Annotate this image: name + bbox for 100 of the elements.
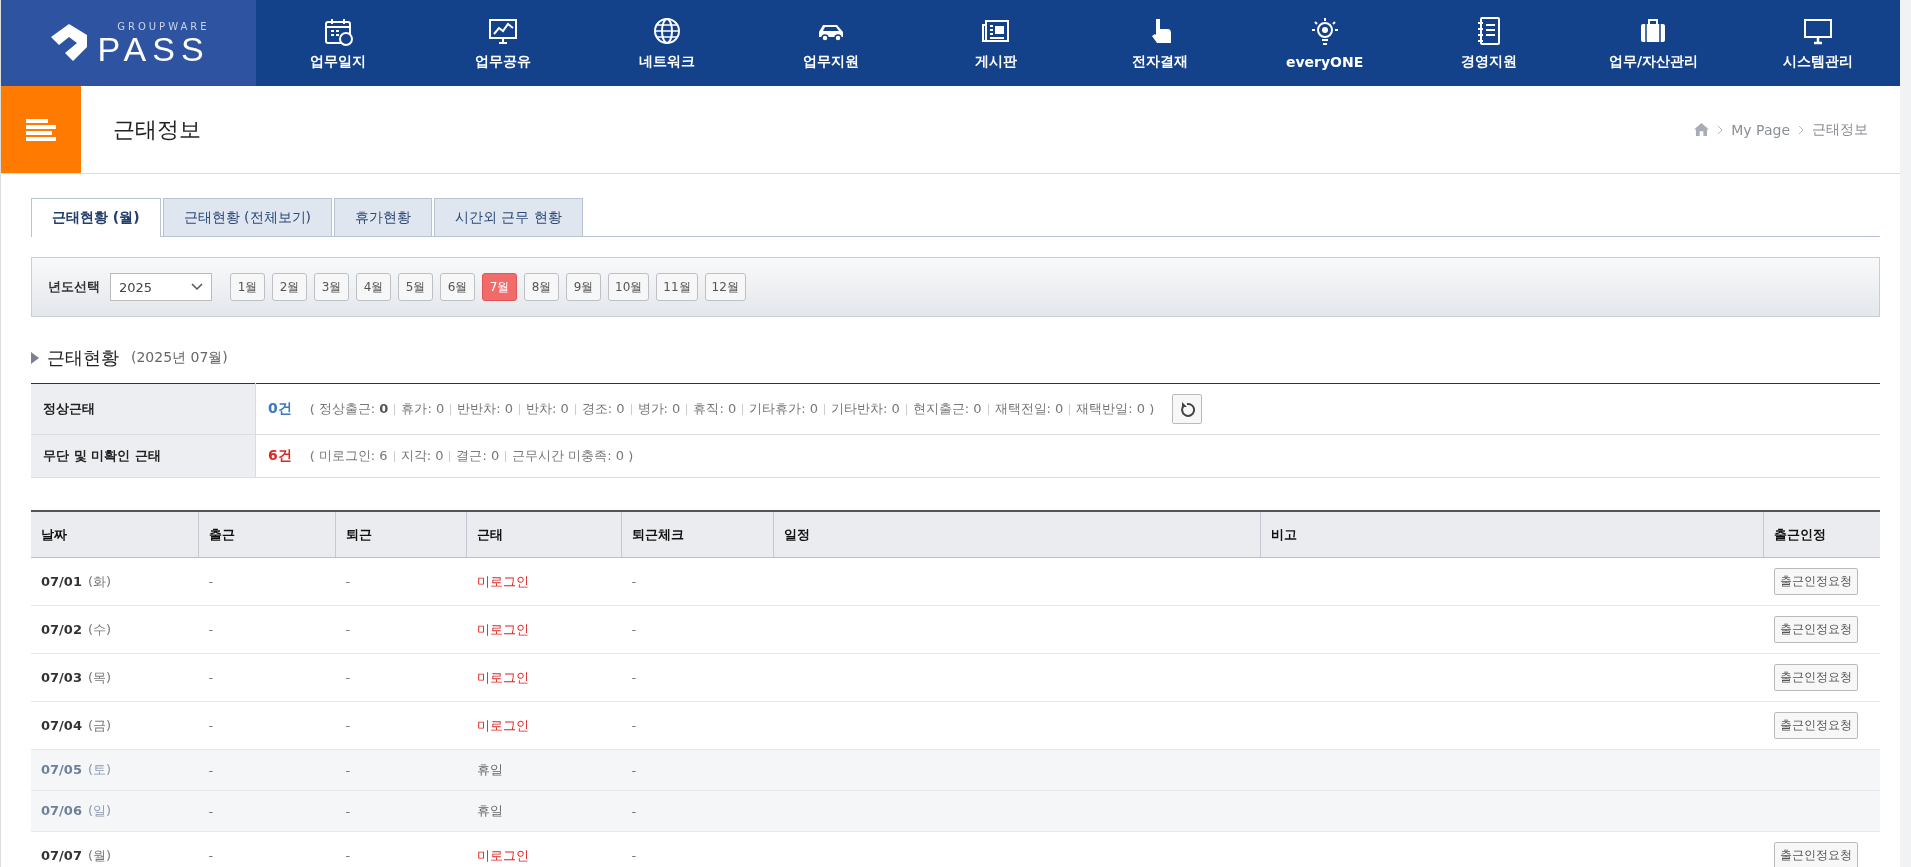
refresh-icon — [1179, 401, 1196, 417]
request-button[interactable]: 출근인정요청 — [1773, 712, 1858, 739]
filter-label: 년도선택 — [48, 278, 100, 296]
year-select[interactable]: 2025 — [110, 273, 212, 301]
month-button[interactable]: 3월 — [314, 273, 349, 301]
summary-item: 병가: 0 — [637, 400, 681, 418]
chevron-right-icon — [1798, 124, 1804, 135]
tab[interactable]: 휴가현황 — [334, 198, 433, 236]
month-button[interactable]: 8월 — [524, 273, 559, 301]
summary-label: 무단 및 미확인 근태 — [31, 434, 256, 478]
month-button[interactable]: 5월 — [398, 273, 433, 301]
nav-menu-item[interactable]: 업무지원 — [749, 0, 914, 86]
refresh-button[interactable] — [1172, 394, 1203, 424]
table-cell: - — [631, 848, 637, 863]
logo-wordmark: PASS — [97, 31, 210, 66]
logo[interactable]: GROUPWARE PASS — [1, 0, 256, 86]
status-text: 미로그인 — [476, 847, 529, 863]
month-button[interactable]: 4월 — [356, 273, 391, 301]
table-cell: - — [345, 574, 351, 589]
summary-item: 근무시간 미충족: 0 — [512, 447, 625, 465]
column-header: 퇴근체크 — [621, 511, 774, 558]
table-cell: - — [631, 803, 637, 819]
nav-menu-item[interactable]: 네트워크 — [584, 0, 750, 86]
paren-text: ) — [1149, 401, 1155, 417]
summary-count: 0건 — [268, 400, 292, 418]
table-cell: - — [208, 718, 214, 733]
chevron-down-icon — [191, 283, 203, 291]
month-button[interactable]: 2월 — [272, 273, 307, 301]
nav-menu-item[interactable]: 게시판 — [913, 0, 1079, 86]
table-cell: - — [631, 670, 637, 685]
section-title: 근태현황 — [47, 346, 119, 370]
month-button[interactable]: 11월 — [656, 273, 698, 301]
date-text: 07/02 — [41, 621, 82, 637]
table-cell: - — [208, 670, 214, 685]
table-cell: - — [345, 718, 351, 733]
date-text: 07/05 — [41, 762, 82, 777]
table-cell: - — [345, 762, 351, 778]
weekday-text: (금) — [87, 717, 112, 733]
month-button[interactable]: 6월 — [440, 273, 475, 301]
status-text: 미로그인 — [476, 621, 529, 637]
request-button[interactable]: 출근인정요청 — [1773, 568, 1858, 595]
summary-item: 반차: 0 — [526, 400, 569, 418]
summary-item: 재택전일: 0 — [994, 400, 1064, 418]
column-header: 출근인정 — [1763, 511, 1880, 558]
tab[interactable]: 근태현황 (월) — [31, 198, 161, 237]
nav-menu-item[interactable]: everyONE — [1242, 0, 1407, 86]
status-text: 휴일 — [476, 803, 503, 818]
weekday-text: (목) — [87, 669, 112, 685]
breadcrumb-current: 근태정보 — [1812, 120, 1868, 139]
nav-menu-item[interactable]: 경영지원 — [1406, 0, 1572, 86]
date-text: 07/06 — [41, 803, 82, 818]
summary-item: 미로그인: 6 — [318, 447, 388, 465]
date-text: 07/07 — [41, 847, 82, 863]
table-cell: - — [345, 848, 351, 863]
column-header: 퇴근 — [335, 511, 467, 558]
summary-item: 반반차: 0 — [457, 400, 513, 418]
summary-item: 정상출근: 0 — [318, 400, 389, 418]
tab[interactable]: 시간외 근무 현황 — [434, 198, 583, 236]
summary-count: 6건 — [268, 447, 292, 465]
page-title: 근태정보 — [113, 115, 202, 144]
request-button[interactable]: 출근인정요청 — [1773, 616, 1858, 643]
summary-item: 지각: 0 — [400, 447, 444, 465]
column-header: 일정 — [773, 511, 1261, 558]
table-cell: - — [208, 762, 214, 778]
table-cell: - — [208, 803, 214, 819]
nav-menu-item[interactable]: 전자결재 — [1078, 0, 1243, 86]
nav-menu-item[interactable]: 업무/자산관리 — [1571, 0, 1736, 86]
weekday-text: (수) — [87, 621, 112, 637]
request-button[interactable]: 출근인정요청 — [1773, 664, 1858, 691]
nav-menu-item[interactable]: 업무공유 — [420, 0, 585, 86]
tab[interactable]: 근태현황 (전체보기) — [162, 198, 333, 236]
summary-item: 기타반차: 0 — [830, 400, 900, 418]
table-cell: - — [631, 718, 637, 733]
status-text: 미로그인 — [476, 669, 529, 685]
month-button[interactable]: 9월 — [566, 273, 601, 301]
status-text: 미로그인 — [476, 717, 529, 733]
section-period: (2025년 07월) — [131, 349, 228, 367]
home-icon[interactable] — [1694, 123, 1710, 136]
globe-icon — [651, 15, 683, 47]
summary-item: 결근: 0 — [456, 447, 500, 465]
table-cell: - — [631, 762, 637, 778]
month-button[interactable]: 10월 — [608, 273, 650, 301]
request-button[interactable]: 출근인정요청 — [1773, 842, 1858, 867]
summary-label: 정상근태 — [31, 383, 256, 435]
weekday-text: (화) — [87, 573, 112, 589]
chevron-right-icon — [31, 352, 39, 364]
month-button[interactable]: 12월 — [704, 273, 746, 301]
column-header: 출근 — [198, 511, 336, 558]
column-header: 비고 — [1260, 511, 1764, 558]
menu-icon — [26, 118, 56, 141]
column-header: 날짜 — [31, 511, 199, 558]
logo-subtitle: GROUPWARE — [117, 20, 210, 32]
summary-item: 현지출근: 0 — [912, 400, 982, 418]
menu-toggle-button[interactable] — [1, 86, 81, 173]
table-cell: - — [345, 803, 351, 819]
nav-menu-item[interactable]: 시스템관리 — [1735, 0, 1900, 86]
month-button[interactable]: 1월 — [230, 273, 265, 301]
nav-menu-item[interactable]: 업무일지 — [256, 0, 421, 86]
paren-text: ( — [309, 448, 315, 464]
weekday-text: (일) — [87, 803, 112, 818]
